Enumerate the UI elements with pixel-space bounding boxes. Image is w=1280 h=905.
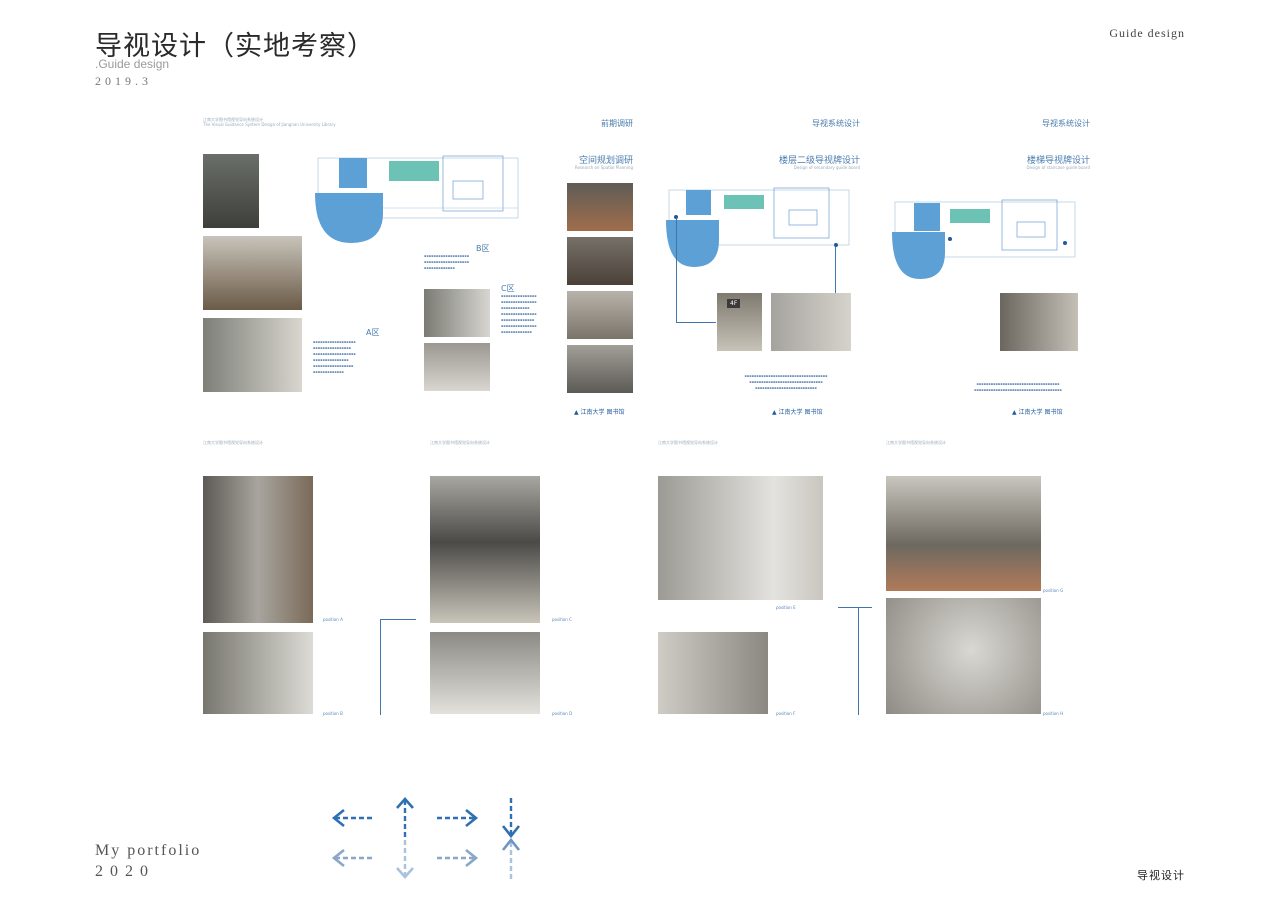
elevator-photo	[658, 632, 768, 714]
university-logo: ▲ 江南大学 图书馆	[772, 409, 823, 416]
section-label: 导视系统设计	[812, 119, 860, 128]
logo-mark-icon: ▲	[772, 409, 777, 416]
atrium-photo	[567, 291, 633, 339]
photo-caption: position A	[323, 617, 343, 622]
running-header: 江南大学图书馆视觉导向系统设计	[203, 440, 263, 445]
arrow-left-icon	[331, 848, 373, 868]
year-label: 2020	[95, 863, 155, 880]
stair-board-text: ▪▪▪▪▪▪▪▪▪▪▪▪▪▪▪▪▪▪▪▪▪▪▪▪▪▪▪▪▪▪▪▪▪▪▪ ▪▪▪▪▪…	[974, 382, 1062, 392]
arrow-up-icon	[396, 797, 414, 838]
atrium-photo	[424, 343, 490, 391]
section-heading-en: Design of secondary guide board	[793, 165, 860, 170]
corridor-photo	[424, 289, 490, 337]
sign-photo	[203, 476, 313, 623]
hall-photo	[430, 632, 540, 714]
arrow-left-icon	[331, 808, 373, 828]
atrium-photo	[886, 476, 1041, 591]
arrow-down-icon	[501, 798, 521, 839]
photo-caption: position H	[1043, 711, 1064, 716]
arrow-set	[331, 797, 521, 880]
section-label: 导视系统设计	[1042, 119, 1090, 128]
secondary-board-text: ▪▪▪▪▪▪▪▪▪▪▪▪▪▪▪▪▪▪▪▪▪▪▪▪▪▪▪▪▪▪▪▪▪▪▪ ▪▪▪▪▪…	[744, 374, 828, 390]
callout-line	[676, 322, 716, 323]
section-label: 前期调研	[601, 119, 633, 128]
floor-plan-map	[892, 199, 1076, 279]
photo-caption: position B	[323, 711, 343, 716]
elevator-photo	[658, 476, 823, 600]
arrow-down-icon	[396, 840, 414, 879]
callout-line	[380, 619, 416, 620]
zone-b-text: ▪▪▪▪▪▪▪▪▪▪▪▪▪▪▪▪▪▪▪ ▪▪▪▪▪▪▪▪▪▪▪▪▪▪▪▪▪▪▪ ▪▪…	[424, 254, 470, 270]
atrium-floor-photo	[886, 598, 1041, 714]
section-heading-en: Design of staircase guide board	[1026, 165, 1090, 170]
zone-a-label: A区	[366, 328, 380, 337]
logo-mark-icon: ▲	[574, 409, 579, 416]
arrow-up-icon	[501, 837, 521, 880]
running-header: 江南大学图书馆视觉导向系统设计	[886, 440, 946, 445]
section-heading-en: Research on Spatial Planning	[574, 165, 633, 170]
callout-line	[380, 619, 381, 715]
spread-stair-board: 导视系统设计 楼梯导视牌设计 Design of staircase guide…	[772, 117, 1090, 422]
photo-caption: position F	[776, 711, 796, 716]
logo-mark-icon: ▲	[1012, 409, 1017, 416]
running-header: 江南大学图书馆视觉导向系统设计	[658, 440, 718, 445]
footer-right-label: 导视设计	[1137, 869, 1185, 882]
date-label: 2019.3	[95, 74, 152, 88]
library-photo	[203, 318, 302, 392]
photo-caption: position C	[552, 617, 572, 622]
floor-sign-photo: 4F	[717, 293, 762, 351]
library-photo	[203, 236, 302, 310]
university-logo: ▲ 江南大学 图书馆	[1012, 409, 1063, 416]
arrow-right-icon	[437, 848, 479, 868]
spread-secondary-board: 导视系统设计 楼层二级导视牌设计 Design of secondary gui…	[660, 117, 860, 422]
spread-research: 江南大学图书馆视觉导向系统设计 The Visual Guidance Syst…	[203, 117, 633, 422]
floor-plan-map	[315, 155, 519, 243]
university-logo: ▲ 江南大学 图书馆	[574, 409, 625, 416]
sign-photo	[430, 476, 540, 623]
running-header-en: The Visual Guidance System Design of Jia…	[203, 122, 336, 127]
library-photo	[203, 154, 259, 228]
header-right-label: Guide design	[1109, 26, 1185, 40]
floor-plan-map	[666, 187, 850, 267]
zone-a-text: ▪▪▪▪▪▪▪▪▪▪▪▪▪▪▪▪▪▪ ▪▪▪▪▪▪▪▪▪▪▪▪▪▪▪▪ ▪▪▪▪▪▪…	[313, 340, 356, 374]
callout-line	[676, 219, 677, 322]
photo-caption: position G	[1043, 588, 1064, 593]
callout-line	[838, 607, 872, 608]
arrow-right-icon	[437, 808, 479, 828]
running-header: 江南大学图书馆视觉导向系统设计	[430, 440, 490, 445]
hall-photo	[203, 632, 313, 714]
elevator-photo	[771, 293, 851, 351]
stairs-photo	[567, 345, 633, 393]
photo-caption: position D	[552, 711, 573, 716]
stair-sign-photo	[1000, 293, 1078, 351]
portfolio-label: My portfolio	[95, 842, 202, 859]
reading-room-photo	[567, 183, 633, 231]
reading-room-photo	[567, 237, 633, 285]
callout-line	[858, 607, 859, 715]
page-subtitle: .Guide design	[95, 57, 170, 71]
photo-caption: position E	[776, 605, 796, 610]
zone-c-text: ▪▪▪▪▪▪▪▪▪▪▪▪▪▪▪ ▪▪▪▪▪▪▪▪▪▪▪▪▪▪▪ ▪▪▪▪▪▪▪▪▪▪…	[501, 294, 537, 334]
floor-sign-text: 4F	[727, 299, 741, 308]
